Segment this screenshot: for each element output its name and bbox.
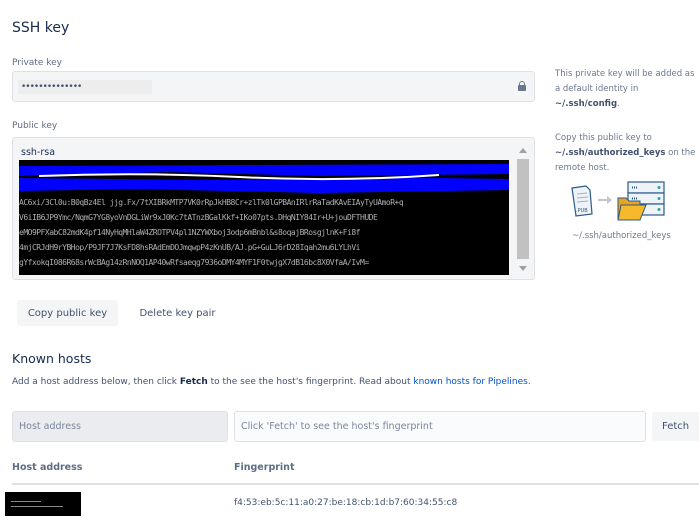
copy-key-illustration: .PUB [571,181,665,221]
known-hosts-desc-suffix: . [527,377,531,387]
public-key-scrollbar[interactable] [517,145,529,274]
known-hosts-heading: Known hosts [12,351,92,366]
fetch-button[interactable]: Fetch [652,412,699,441]
fingerprint-input[interactable] [234,411,646,442]
copy-public-key-button[interactable]: Copy public key [17,300,118,326]
public-key-redaction: AC6xi/3Cl0u:B0qBz4El jjg.Fx/7tXIBRkMTP7V… [19,160,509,275]
public-key-label: Public key [12,121,58,131]
host-address-input[interactable] [12,411,228,442]
known-hosts-desc-middle: to the see the host's fingerprint. Read … [207,377,414,387]
arrow-right-icon [598,196,612,204]
authorized-keys-path: ~/.ssh/authorized_keys [555,148,666,158]
delete-key-pair-button[interactable]: Delete key pair [130,300,225,326]
lock-icon [518,81,526,92]
private-key-field[interactable]: •••••••••••••• [12,71,535,102]
private-key-label: Private key [12,58,62,68]
column-header-fingerprint: Fingerprint [234,462,295,473]
public-key-help: Copy this public key to ~/.ssh/authorize… [555,131,699,176]
known-hosts-link[interactable]: known hosts for Pipelines [413,377,527,387]
fingerprint-cell: f4:53:eb:5c:11:a0:27:be:18:cb:1d:b7:60:3… [234,498,458,508]
public-key-line: AC6xi/3Cl0u:B0qBz4El jjg.Fx/7tXIBRkMTP7V… [19,198,404,207]
public-key-textarea[interactable]: ssh-rsa AC6xi/3Cl0u:B0qBz4El jjg.Fx/7tXI… [12,137,535,280]
illustration-caption: ~/.ssh/authorized_keys [572,231,671,241]
known-hosts-description: Add a host address below, then click Fet… [12,377,531,387]
public-key-line: eMO9PFXabC82mdK4pf14NyHqMHlaW4ZROTPV4pl1… [19,228,361,237]
private-key-help: This private key will be added as a defa… [555,67,699,112]
pub-file-icon: .PUB [571,185,593,217]
fetch-keyword: Fetch [179,377,208,387]
public-key-prefix: ssh-rsa [21,147,56,158]
private-key-value: •••••••••••••• [18,80,152,94]
scroll-up-arrow-icon[interactable] [519,148,527,153]
column-header-host: Host address [12,462,83,473]
redaction-scribble [19,164,509,193]
ssh-key-heading: SSH key [12,20,70,36]
table-header-divider [12,483,699,485]
scroll-thumb[interactable] [517,159,529,259]
scroll-down-arrow-icon[interactable] [519,266,527,271]
ssh-config-path: ~/.ssh/config [555,99,618,109]
known-hosts-desc-text: Add a host address below, then click [12,377,180,387]
private-key-help-text: This private key will be added as a defa… [555,69,695,94]
public-key-line: gYfxokqI086R68srWcBAg14zRnNOQ1AP40wRfsae… [19,258,369,267]
private-key-help-suffix: . [617,99,620,109]
host-address-redacted [5,492,81,516]
public-key-line: 4mjCRJdH9rYBHop/P9JF7J7KsFD8hsRAdEmDOJmq… [19,243,361,252]
public-key-help-text: Copy this public key to [555,133,652,143]
svg-text:.PUB: .PUB [576,208,588,214]
public-key-line: V6iIB6JP9Ymc/NqmG7YG8yoVnDGLiWr9xJ0Kc7tA… [19,213,378,222]
